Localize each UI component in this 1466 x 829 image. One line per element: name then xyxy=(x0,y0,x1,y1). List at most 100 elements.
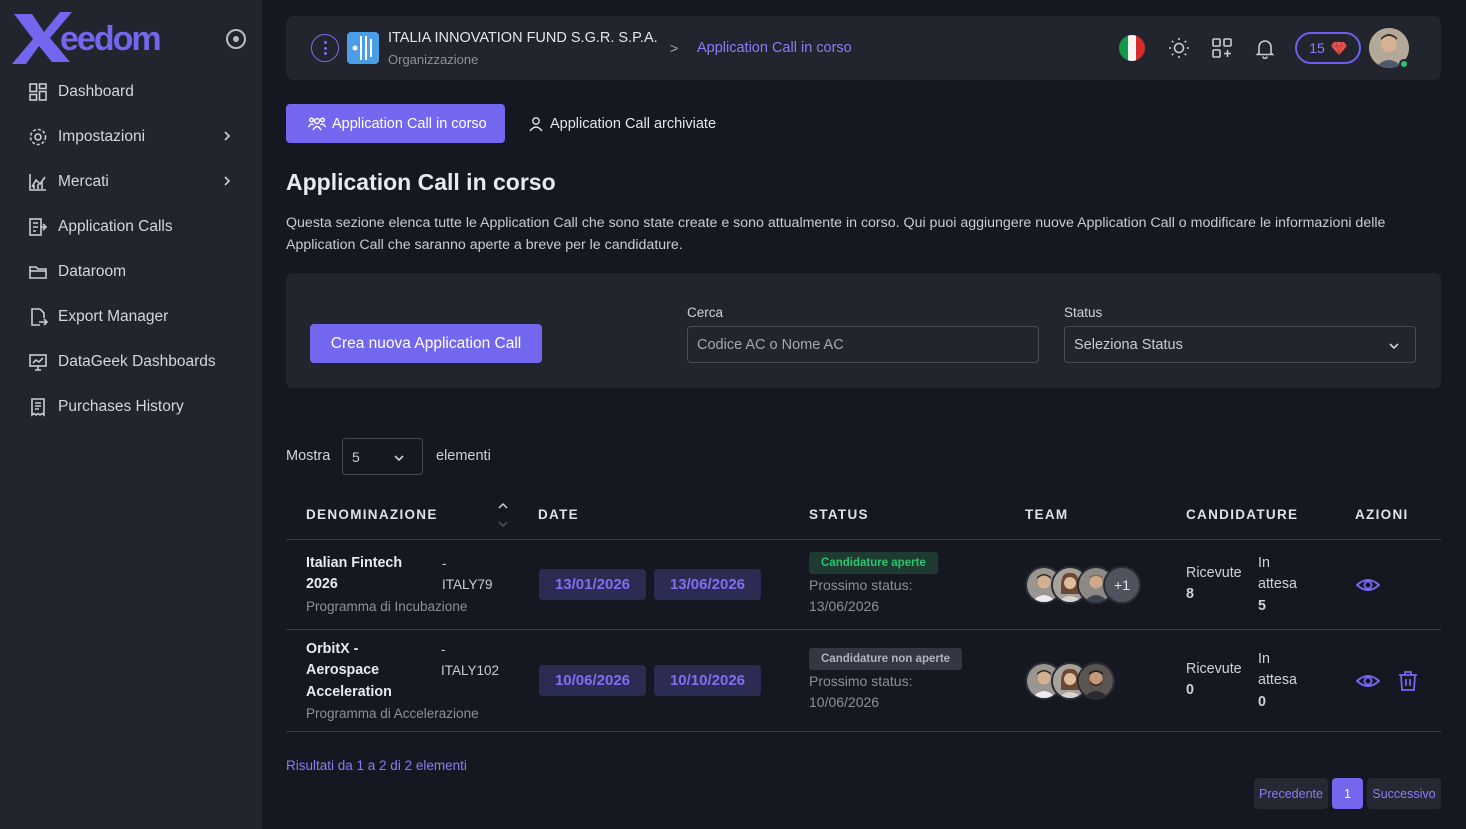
received-label: Ricevute xyxy=(1186,661,1242,677)
tab-application-call-in-corso[interactable]: Application Call in corso xyxy=(286,104,505,143)
credits-badge[interactable]: 15 xyxy=(1295,32,1361,64)
waiting-label: In xyxy=(1258,555,1270,571)
page-title: Application Call in corso xyxy=(286,169,556,195)
sidebar-item-application-calls[interactable]: Application Calls xyxy=(0,204,262,249)
credits-count: 15 xyxy=(1309,40,1325,56)
status-badge: Candidature non aperte xyxy=(809,648,963,670)
next-status-label: Prossimo status: xyxy=(809,577,913,593)
next-status-date: 13/06/2026 xyxy=(809,598,880,615)
tab-label: Application Call in corso xyxy=(332,115,487,132)
user-icon xyxy=(529,116,543,131)
bell-icon[interactable] xyxy=(1254,37,1276,59)
end-date: 10/10/2026 xyxy=(654,665,761,696)
status-select[interactable]: Seleziona Status xyxy=(1064,326,1416,363)
application-name-line: OrbitX - xyxy=(306,641,359,657)
organization-logo xyxy=(347,32,379,64)
online-status-dot xyxy=(1399,59,1409,69)
entries-label: elementi xyxy=(436,448,491,464)
start-date: 13/01/2026 xyxy=(539,569,646,600)
chevron-down-icon xyxy=(394,455,404,462)
chevron-down-icon xyxy=(1389,343,1399,350)
filter-card: Crea nuova Application Call Cerca Status… xyxy=(286,273,1441,388)
sidebar-item-label: Impostazioni xyxy=(58,127,146,145)
sidebar-item-label: Dataroom xyxy=(58,262,127,280)
application-name-line: Aerospace xyxy=(306,662,380,679)
apps-add-icon[interactable] xyxy=(1211,37,1233,59)
next-status: Prossimo status: 10/06/2026 xyxy=(809,671,912,714)
application-name-line: Acceleration xyxy=(306,683,392,700)
show-label: Mostra xyxy=(286,448,331,464)
sidebar-item-datageek-dashboards[interactable]: DataGeek Dashboards xyxy=(0,339,262,384)
application-name-line: 2026 xyxy=(306,576,338,593)
waiting-label: attesa xyxy=(1258,576,1297,593)
page-length-value: 5 xyxy=(352,448,360,465)
view-icon[interactable] xyxy=(1356,669,1380,693)
chart-icon xyxy=(29,173,46,191)
table-divider xyxy=(286,629,1441,630)
sidebar-nav: Dashboard Impostazioni Mercati Applicati… xyxy=(0,69,262,429)
sidebar-item-export-manager[interactable]: Export Manager xyxy=(0,294,262,339)
received-applications: Ricevute 8 xyxy=(1186,563,1242,606)
sidebar-item-mercati[interactable]: Mercati xyxy=(0,159,262,204)
sidebar: eedom Dashboard Impostazioni Mercati App… xyxy=(0,0,262,829)
sidebar-item-impostazioni[interactable]: Impostazioni xyxy=(0,114,262,159)
trash-icon[interactable] xyxy=(1396,669,1420,693)
status-label: Status xyxy=(1064,305,1103,320)
pagination-previous[interactable]: Precedente xyxy=(1254,778,1328,809)
pagination-page-1[interactable]: 1 xyxy=(1332,778,1363,809)
top-header: ITALIA INNOVATION FUND S.G.R. S.P.A. Org… xyxy=(286,16,1441,80)
received-count: 0 xyxy=(1186,682,1194,699)
end-date: 13/06/2026 xyxy=(654,569,761,600)
received-applications: Ricevute 0 xyxy=(1186,659,1242,702)
sidebar-item-label: Mercati xyxy=(58,172,109,190)
sidebar-item-dataroom[interactable]: Dataroom xyxy=(0,249,262,294)
sidebar-toggle-icon[interactable] xyxy=(226,29,246,49)
view-icon[interactable] xyxy=(1356,573,1380,597)
team-avatars[interactable] xyxy=(1025,662,1115,700)
waiting-applications: In attesa 5 xyxy=(1258,553,1297,617)
xeedom-logo[interactable]: eedom xyxy=(12,10,182,66)
page-length-select[interactable]: 5 xyxy=(342,438,423,475)
team-avatars[interactable]: +1 xyxy=(1025,566,1141,604)
sort-icon[interactable] xyxy=(497,500,509,530)
create-application-call-button[interactable]: Crea nuova Application Call xyxy=(310,324,542,363)
start-date: 10/06/2026 xyxy=(539,665,646,696)
organization-name[interactable]: ITALIA INNOVATION FUND S.G.R. S.P.A. xyxy=(388,30,658,46)
tab-label: Application Call archiviate xyxy=(550,115,717,132)
application-name[interactable]: Italian Fintech 2026 xyxy=(306,553,402,596)
sun-icon[interactable] xyxy=(1168,37,1190,59)
waiting-applications: In attesa 0 xyxy=(1258,649,1297,713)
team-member-avatar xyxy=(1077,662,1115,700)
application-calls-icon xyxy=(29,217,48,236)
search-input[interactable] xyxy=(687,326,1039,363)
chevron-right-icon xyxy=(224,131,231,141)
folder-icon xyxy=(29,265,47,279)
organization-subtitle: Organizzazione xyxy=(388,52,479,67)
table-divider xyxy=(286,539,1441,540)
sidebar-item-dashboard[interactable]: Dashboard xyxy=(0,69,262,114)
sidebar-item-purchases-history[interactable]: Purchases History xyxy=(0,384,262,429)
results-summary: Risultati da 1 a 2 di 2 elementi xyxy=(286,758,467,773)
breadcrumb-current: Application Call in corso xyxy=(697,40,852,56)
status-select-value: Seleziona Status xyxy=(1074,336,1183,353)
program-type: Programma di Accelerazione xyxy=(306,706,479,721)
column-header-candidature: CANDIDATURE xyxy=(1186,507,1299,522)
program-type: Programma di Incubazione xyxy=(306,599,468,614)
more-options-icon[interactable] xyxy=(311,34,339,62)
column-header-status: STATUS xyxy=(809,507,869,522)
application-name[interactable]: OrbitX - Aerospace Acceleration xyxy=(306,639,392,703)
waiting-count: 0 xyxy=(1258,693,1266,710)
column-header-azioni: AZIONI xyxy=(1355,507,1409,522)
breadcrumb-separator: > xyxy=(670,40,679,56)
svg-text:eedom: eedom xyxy=(60,20,160,58)
next-status-label: Prossimo status: xyxy=(809,673,913,689)
application-name-line: Italian Fintech xyxy=(306,555,403,571)
diamond-icon xyxy=(1330,41,1347,55)
tab-application-call-archiviate[interactable]: Application Call archiviate xyxy=(528,104,716,143)
sidebar-item-label: Purchases History xyxy=(58,397,184,415)
sidebar-item-label: DataGeek Dashboards xyxy=(58,352,216,370)
italy-flag-icon[interactable] xyxy=(1119,35,1145,61)
pagination-next[interactable]: Successivo xyxy=(1367,778,1441,809)
column-header-denominazione[interactable]: DENOMINAZIONE xyxy=(306,507,438,522)
sidebar-item-label: Dashboard xyxy=(58,82,134,100)
